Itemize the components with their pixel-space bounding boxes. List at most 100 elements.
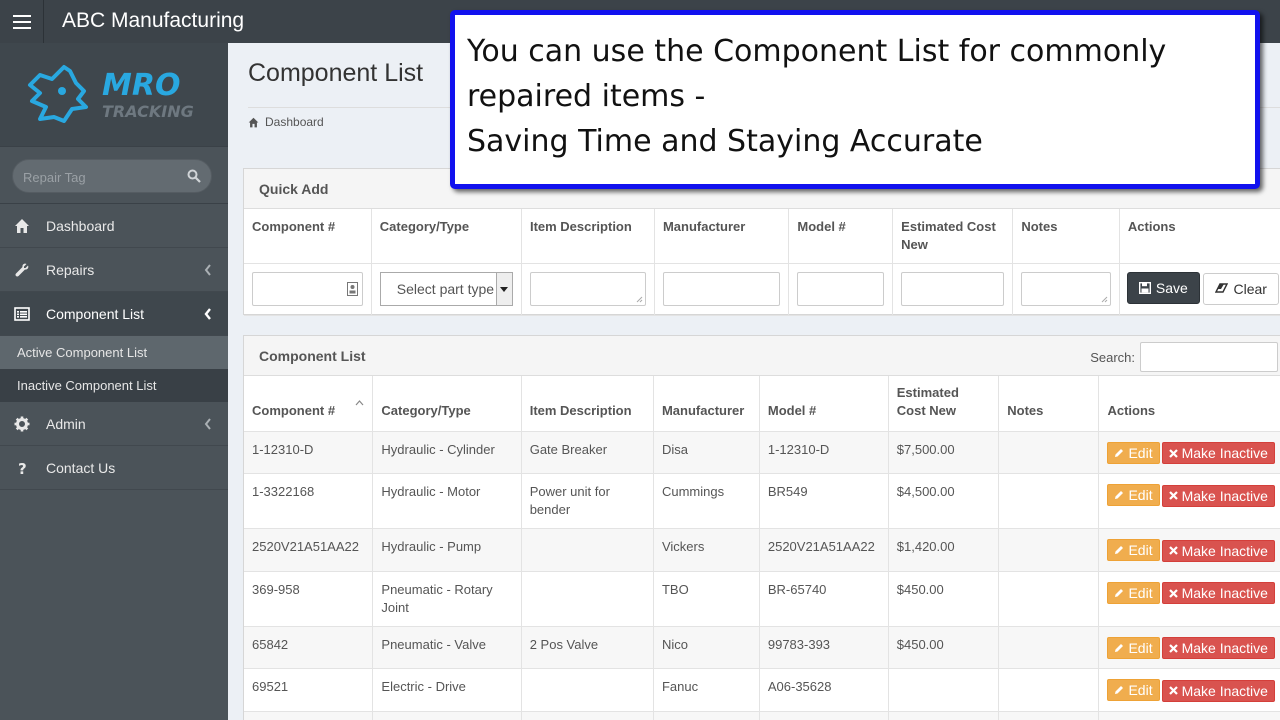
component-list-title: Component List: [259, 347, 366, 364]
column-header: Actions: [1119, 209, 1280, 264]
cell-model: 99783-393: [759, 626, 889, 669]
sidebar-item-dashboard[interactable]: Dashboard: [0, 204, 228, 248]
chevron-left-icon: [204, 418, 211, 430]
cell-component: 696541: [244, 711, 374, 720]
make-inactive-button[interactable]: Make Inactive: [1161, 582, 1275, 604]
pencil-icon: [1115, 686, 1124, 694]
contact-card-icon: [346, 282, 358, 296]
cell-cost: $7,500.00: [888, 431, 1000, 474]
cell-category: Hydraulic - Motor: [372, 473, 522, 529]
edit-button-label: Edit: [1128, 639, 1153, 656]
logo-area: MRO TRACKING: [0, 43, 228, 146]
hamburger-menu-button[interactable]: [0, 0, 44, 43]
cell-cost: $4,500.00: [888, 473, 1000, 529]
manufacturer-input[interactable]: [662, 272, 781, 306]
callout-line: Saving Time and Staying Accurate: [467, 124, 983, 159]
cell-cost: $450.00: [888, 711, 1000, 720]
cell-model: BR5649: [759, 711, 889, 720]
close-icon: [1168, 546, 1178, 555]
edit-button[interactable]: Edit: [1107, 581, 1160, 604]
column-header: Actions: [1098, 376, 1280, 432]
edit-button[interactable]: Edit: [1107, 484, 1160, 506]
app-title[interactable]: ABC Manufacturing: [62, 9, 244, 33]
repair-tag-input[interactable]: [23, 167, 183, 187]
make-inactive-button[interactable]: Make Inactive: [1161, 679, 1275, 702]
component-number-input[interactable]: [252, 272, 363, 306]
column-header[interactable]: Model #: [759, 376, 889, 432]
make-inactive-button-label: Make Inactive: [1181, 640, 1268, 656]
cell-component: 2520V21A51AA22: [244, 528, 374, 572]
edit-button[interactable]: Edit: [1107, 679, 1160, 701]
pencil-icon: [1115, 448, 1124, 457]
callout-line: You can use the Component List for commo…: [467, 34, 1167, 69]
table-row: 2520V21A51AA22 Hydraulic - Pump Vickers 252…: [244, 528, 1280, 572]
column-header-sortable[interactable]: Component #: [244, 376, 374, 432]
make-inactive-button[interactable]: Make Inactive: [1161, 484, 1275, 507]
edit-button[interactable]: Edit: [1107, 539, 1160, 561]
table-row: 696541Electric - TemperaturePanel TempHo…: [244, 711, 1280, 720]
item-description-textarea[interactable]: [529, 272, 646, 306]
sidebar-item-repairs[interactable]: Repairs: [0, 248, 228, 292]
cell-notes: [998, 473, 1100, 529]
clear-button[interactable]: Clear: [1203, 272, 1279, 305]
cell-description: Gate Breaker: [521, 431, 654, 474]
edit-button-label: Edit: [1128, 444, 1153, 461]
clear-button-label: Clear: [1233, 280, 1267, 297]
sidebar-item-admin[interactable]: Admin: [0, 402, 228, 446]
make-inactive-button[interactable]: Make Inactive: [1161, 637, 1275, 659]
floppy-disk-icon: [1138, 282, 1151, 294]
edit-button[interactable]: Edit: [1107, 636, 1160, 659]
cell-notes: [998, 626, 1100, 669]
cell-notes: [998, 431, 1100, 474]
column-header[interactable]: Manufacturer: [653, 376, 760, 432]
column-header[interactable]: Estimated Cost New: [888, 376, 1000, 432]
notes-textarea[interactable]: [1021, 272, 1111, 306]
save-button[interactable]: Save: [1126, 272, 1200, 304]
make-inactive-button[interactable]: Make Inactive: [1161, 442, 1275, 464]
sidebar-subitem-inactive-components[interactable]: Inactive Component List: [0, 369, 228, 402]
resize-handle-icon[interactable]: [1101, 296, 1108, 303]
estimated-cost-input[interactable]: [901, 272, 1005, 306]
column-header-label: Component #: [252, 402, 336, 418]
cell-actions: Edit Make Inactive: [1098, 571, 1280, 627]
close-icon: [1168, 448, 1178, 458]
pencil-icon: [1115, 546, 1124, 554]
part-type-select[interactable]: Select part type: [379, 272, 513, 306]
cell-manufacturer: Nico: [653, 626, 760, 669]
home-icon: [248, 117, 259, 127]
make-inactive-button-label: Make Inactive: [1181, 542, 1268, 559]
quick-add-header-row: Component # Category/Type Item Descripti…: [244, 209, 1280, 264]
sidebar-subitem-active-components[interactable]: Active Component List: [0, 336, 228, 369]
part-type-select-value: Select part type: [396, 281, 495, 297]
logo-text-mro: MRO: [102, 68, 180, 103]
sidebar-item-component-list[interactable]: Component List: [0, 292, 228, 336]
edit-button[interactable]: Edit: [1107, 441, 1160, 464]
cell-manufacturer: TBO: [653, 571, 760, 627]
make-inactive-button-label: Make Inactive: [1181, 487, 1268, 504]
column-header[interactable]: Item Description: [521, 376, 654, 432]
hamburger-icon: [12, 14, 31, 29]
make-inactive-button-label: Make Inactive: [1181, 585, 1268, 601]
column-header[interactable]: Category/Type: [372, 376, 522, 432]
breadcrumb-dashboard-link[interactable]: Dashboard: [265, 115, 324, 129]
column-header[interactable]: Notes: [998, 376, 1100, 432]
edit-button-label: Edit: [1128, 682, 1153, 698]
wrench-icon: [15, 263, 29, 277]
cell-category: Pneumatic - Valve: [372, 626, 522, 669]
cell-actions: Edit Make Inactive: [1098, 473, 1280, 529]
mro-tracking-logo: MRO TRACKING: [28, 65, 194, 123]
table-search-input[interactable]: [1140, 342, 1278, 372]
make-inactive-button[interactable]: Make Inactive: [1161, 539, 1275, 562]
search-icon[interactable]: [187, 169, 201, 183]
eraser-icon: [1215, 283, 1229, 293]
cell-model: BR-65740: [759, 571, 889, 627]
cell-component: 1-3322168: [244, 473, 374, 529]
svg-text:?: ?: [18, 460, 27, 476]
quick-add-panel: Quick Add Component # Category/Type Item…: [243, 168, 1280, 316]
model-number-input[interactable]: [797, 272, 885, 306]
resize-handle-icon[interactable]: [636, 296, 643, 303]
make-inactive-button-label: Make Inactive: [1181, 445, 1268, 461]
breadcrumb: Dashboard: [248, 115, 324, 129]
cell-model: 1-12310-D: [759, 431, 889, 474]
sidebar-item-contact-us[interactable]: ? Contact Us: [0, 446, 228, 490]
